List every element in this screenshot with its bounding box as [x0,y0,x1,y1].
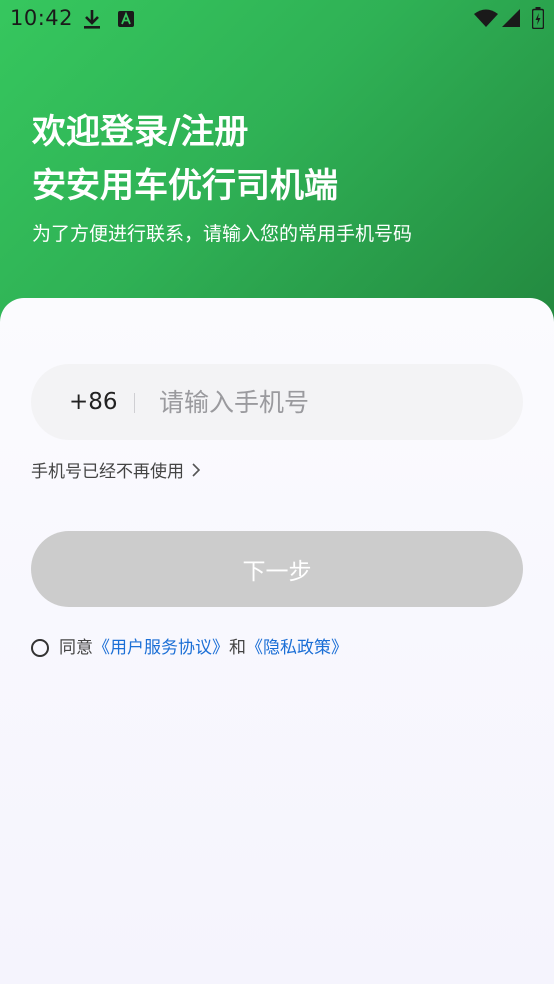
country-code[interactable]: +86 [69,364,118,440]
agreement-prefix: 同意 [59,638,93,658]
privacy-policy-link[interactable]: 《隐私政策》 [246,636,348,660]
battery-icon [531,7,545,33]
phone-unused-label: 手机号已经不再使用 [31,462,184,482]
login-card: +86 手机号已经不再使用 下一步 同意 《用户服务协议》 和 《隐私政策》 [0,298,554,984]
radio-unchecked-icon[interactable] [31,639,49,657]
signal-icon [502,9,520,31]
next-step-button[interactable]: 下一步 [31,531,523,607]
subtitle: 为了方便进行联系，请输入您的常用手机号码 [32,223,413,245]
agreement-conjunction: 和 [229,638,246,658]
chevron-right-icon [192,460,201,484]
header-banner: 10:42 欢迎登录/注册 安安用车优行司机端 为了方便进行联系，请输入您的常用… [0,0,554,330]
field-divider [134,393,135,413]
welcome-title: 欢迎登录/注册 [32,112,249,152]
phone-unused-link[interactable]: 手机号已经不再使用 [31,460,201,484]
status-bar: 10:42 [0,0,554,38]
download-icon [82,8,102,34]
agreement-row: 同意 《用户服务协议》 和 《隐私政策》 [31,636,348,660]
user-agreement-link[interactable]: 《用户服务协议》 [93,636,229,660]
wifi-icon [474,9,498,31]
notification-a-icon [118,11,134,31]
app-name: 安安用车优行司机端 [32,166,338,206]
phone-input[interactable] [159,364,499,440]
status-time: 10:42 [10,6,74,30]
login-screen: 10:42 欢迎登录/注册 安安用车优行司机端 为了方便进行联系，请输入您的常用… [0,0,554,984]
phone-field[interactable]: +86 [31,364,523,440]
